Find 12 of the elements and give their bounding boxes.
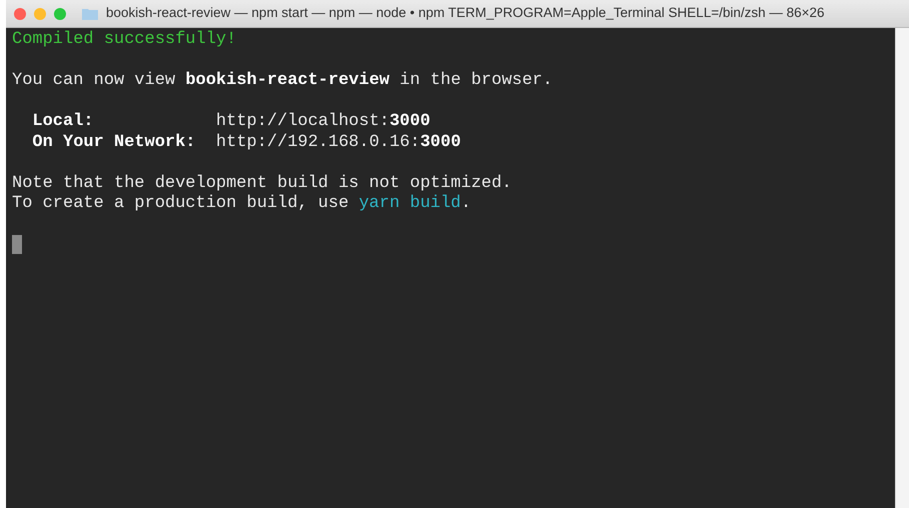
terminal-line: To create a production build, use yarn build.: [12, 194, 472, 214]
zoom-button[interactable]: [54, 8, 66, 20]
scrollbar[interactable]: [895, 28, 909, 508]
terminal-line: Compiled successfully!: [12, 30, 238, 50]
terminal-line: Note that the development build is not optimized.: [12, 174, 513, 194]
folder-icon: [82, 8, 98, 20]
close-button[interactable]: [14, 8, 26, 20]
terminal-line: Local: http://localhost:3000: [31, 112, 432, 132]
window-title: bookish-react-review — npm start — npm — node • npm TERM_PROGRAM=Apple_Terminal SHELL=/bin/zsh — 86×26: [106, 4, 824, 22]
terminal-line: You can now view bookish-react-review in the browser.: [12, 71, 554, 92]
terminal-line: On Your Network: http://192.168.0.16:3000: [31, 132, 462, 153]
minimize-button[interactable]: [34, 8, 46, 20]
